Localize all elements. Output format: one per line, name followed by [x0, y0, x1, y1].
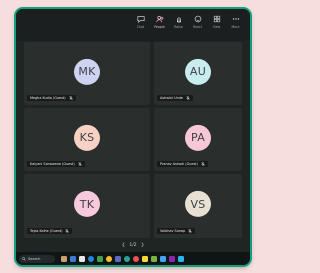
participant-tile[interactable]: AU Ashwini Unde — [154, 42, 242, 105]
view-label: View — [212, 25, 221, 29]
mic-muted-icon — [201, 162, 205, 166]
app-icon[interactable] — [70, 255, 76, 262]
page-indicator: 1/2 — [129, 242, 137, 248]
next-page-icon[interactable]: ❯ — [141, 243, 145, 248]
taskbar-apps — [61, 255, 184, 262]
participant-name-tag: Pranav Ashadi (Guest) — [157, 161, 208, 167]
app-icon[interactable] — [151, 255, 157, 262]
raise-hand-icon — [176, 17, 181, 23]
taskbar: Search — [16, 252, 250, 265]
participant-tile[interactable]: KS Kalyani Sonawane (Guest) — [24, 108, 150, 171]
participant-name-tag: Megha Kudia (Guest) — [27, 95, 76, 101]
avatar: AU — [185, 58, 211, 85]
page-navigator: ❮ 1/2 ❯ — [16, 238, 250, 252]
participant-name: Ashwini Unde — [160, 96, 183, 100]
avatar: MK — [74, 58, 100, 85]
react-label: React — [193, 25, 202, 29]
chat-icon — [136, 16, 145, 23]
participant-grid: MK Megha Kudia (Guest) AU Ashwini Unde K… — [24, 42, 242, 238]
app-icon[interactable] — [178, 255, 184, 262]
participant-tile[interactable]: PA Pranav Ashadi (Guest) — [154, 108, 242, 171]
participant-tile[interactable]: MK Megha Kudia (Guest) — [24, 42, 150, 105]
participant-name: Pranav Ashadi (Guest) — [160, 162, 198, 166]
more-button[interactable]: More — [227, 9, 244, 37]
participant-name: Tejas Kolhe (Guest) — [30, 229, 63, 233]
meeting-toolbar: Chat People Raise React View More — [16, 9, 250, 41]
raise-label: Raise — [174, 25, 183, 29]
mic-muted-icon — [188, 229, 192, 233]
app-icon[interactable] — [97, 255, 103, 262]
search-icon — [22, 256, 26, 261]
more-icon — [232, 18, 239, 20]
people-label: People — [154, 25, 165, 29]
avatar: TK — [74, 190, 100, 217]
mic-muted-icon — [68, 96, 73, 100]
app-icon[interactable] — [160, 255, 166, 262]
folder-icon[interactable] — [142, 255, 148, 262]
participant-tile[interactable]: VS Vaibhav Sonap — [154, 174, 242, 238]
chat-button[interactable]: Chat — [132, 9, 149, 37]
avatar: KS — [74, 124, 100, 151]
app-icon[interactable] — [124, 255, 130, 262]
mic-muted-icon — [77, 162, 82, 166]
participant-name: Vaibhav Sonap — [160, 229, 186, 233]
participant-name-tag: Vaibhav Sonap — [157, 228, 196, 234]
taskbar-search[interactable]: Search — [19, 254, 55, 263]
app-icon[interactable] — [79, 255, 85, 262]
search-label: Search — [28, 256, 41, 261]
mic-muted-icon — [186, 96, 190, 100]
app-icon[interactable] — [61, 255, 67, 262]
participant-name-tag: Ashwini Unde — [157, 95, 193, 101]
view-button[interactable]: View — [208, 9, 225, 37]
app-icon[interactable] — [106, 255, 112, 262]
react-icon — [194, 15, 201, 23]
browser-icon[interactable] — [88, 255, 94, 262]
app-icon[interactable] — [115, 255, 121, 262]
app-icon[interactable] — [169, 255, 175, 262]
react-button[interactable]: React — [189, 9, 206, 37]
view-icon — [213, 15, 220, 23]
app-icon[interactable] — [133, 255, 139, 262]
avatar: PA — [185, 124, 211, 151]
avatar: VS — [185, 190, 211, 217]
raise-button[interactable]: Raise — [170, 9, 187, 37]
previous-page-icon[interactable]: ❮ — [122, 243, 126, 248]
participant-name: Kalyani Sonawane (Guest) — [30, 162, 75, 166]
mic-muted-icon — [65, 229, 70, 233]
participant-name: Megha Kudia (Guest) — [30, 96, 66, 100]
more-label: More — [231, 25, 240, 29]
participant-tile[interactable]: TK Tejas Kolhe (Guest) — [24, 174, 150, 238]
people-icon — [155, 16, 163, 23]
meeting-window: Chat People Raise React View More MK Meg… — [16, 9, 250, 265]
people-button[interactable]: People — [151, 9, 168, 37]
participant-name-tag: Tejas Kolhe (Guest) — [27, 228, 73, 234]
participant-name-tag: Kalyani Sonawane (Guest) — [27, 161, 85, 167]
chat-label: Chat — [136, 25, 145, 29]
